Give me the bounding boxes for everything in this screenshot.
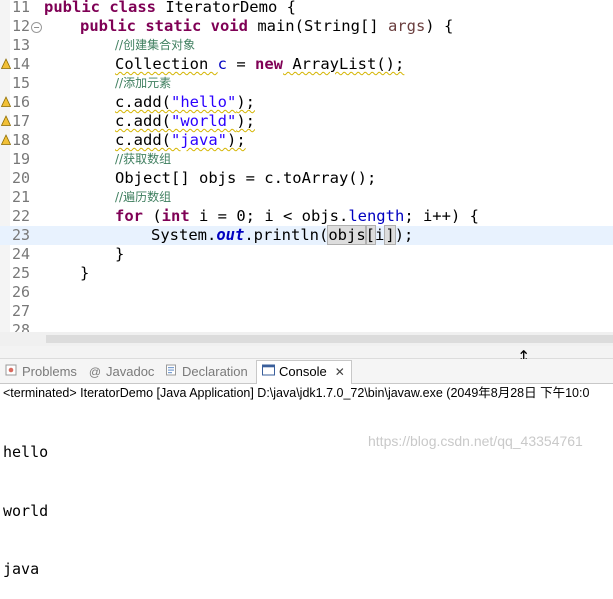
code-text[interactable]: c.add("world"); (115, 112, 255, 131)
code-line[interactable]: 15 //添加元素 (0, 74, 613, 93)
code-line[interactable]: 18 c.add("java"); (0, 131, 613, 150)
code-line[interactable]: 11 public class IteratorDemo { (0, 0, 613, 17)
code-text[interactable]: } (115, 245, 124, 264)
code-line[interactable]: 19 //获取数组 (0, 150, 613, 169)
tab-label: Problems (22, 364, 77, 379)
code-line[interactable]: 12 − public static void main(String[] ar… (0, 17, 613, 36)
line-number: 24 (12, 245, 31, 263)
code-comment[interactable]: //遍历数组 (115, 188, 171, 207)
console-icon (261, 361, 275, 383)
code-text[interactable]: public class IteratorDemo { (44, 0, 296, 17)
code-line[interactable]: 17 c.add("world"); (0, 112, 613, 131)
code-line[interactable]: 14 Collection c = new ArrayList(); (0, 55, 613, 74)
tab-label: Console (279, 364, 327, 379)
code-line[interactable]: 26 (0, 283, 613, 302)
line-number: 11 (12, 0, 31, 16)
line-number: 27 (12, 302, 31, 320)
line-number: 23 (12, 226, 31, 244)
line-number: 16 (12, 93, 31, 111)
warning-icon[interactable] (1, 134, 11, 146)
occurrence-highlight: objs (327, 225, 367, 245)
view-tab-bar: Problems @ Javadoc Declaration Console ✕ (0, 359, 613, 384)
code-line[interactable]: 24 } (0, 245, 613, 264)
code-text[interactable]: Object[] objs = c.toArray(); (115, 169, 376, 188)
line-number: 21 (12, 188, 31, 206)
warning-icon[interactable] (1, 96, 11, 108)
line-number: 19 (12, 150, 31, 168)
line-number: 13 (12, 36, 31, 54)
current-code-line[interactable]: 23 System.out.println(objs[i]); (0, 225, 613, 245)
scrollbar-thumb[interactable] (46, 335, 613, 343)
code-line[interactable]: 22 for (int i = 0; i < objs.length; i++)… (0, 207, 613, 226)
code-line[interactable]: 21 //遍历数组 (0, 188, 613, 207)
line-number: 12 (12, 17, 31, 35)
problems-icon (4, 361, 18, 383)
line-number: 26 (12, 283, 31, 301)
console-status-line: <terminated> IteratorDemo [Java Applicat… (0, 384, 613, 403)
code-line[interactable]: 25 } (0, 264, 613, 283)
tab-console[interactable]: Console ✕ (256, 360, 352, 384)
code-line[interactable]: 16 c.add("hello"); (0, 93, 613, 112)
bracket-match-left: [ (364, 225, 377, 245)
line-number: 20 (12, 169, 31, 187)
close-icon[interactable]: ✕ (335, 365, 345, 379)
warning-icon[interactable] (1, 115, 11, 127)
code-line[interactable]: 13 //创建集合对象 (0, 36, 613, 55)
bracket-match-right: ] (384, 225, 396, 245)
code-editor[interactable]: 11 public class IteratorDemo { 12 − publ… (0, 0, 613, 346)
console-output-line: java (3, 560, 40, 578)
horizontal-scrollbar[interactable] (0, 332, 613, 346)
declaration-icon (164, 361, 178, 383)
tab-label: Declaration (182, 364, 248, 379)
at-icon: @ (88, 365, 102, 379)
code-comment[interactable]: //创建集合对象 (115, 36, 195, 55)
code-text[interactable]: for (int i = 0; i < objs.length; i++) { (115, 207, 479, 226)
tab-javadoc[interactable]: @ Javadoc (88, 361, 155, 383)
watermark: https://blog.csdn.net/qq_43354761 (368, 433, 583, 449)
code-text[interactable]: Collection c = new ArrayList(); (115, 55, 404, 74)
console-output-line: world (3, 501, 49, 520)
code-text[interactable]: public static void main(String[] args) { (80, 17, 453, 36)
code-comment[interactable]: //获取数组 (115, 150, 171, 169)
line-number: 18 (12, 131, 31, 149)
tab-declaration[interactable]: Declaration (164, 361, 248, 383)
tab-problems[interactable]: Problems (4, 361, 77, 383)
line-number: 14 (12, 55, 31, 73)
line-number: 17 (12, 112, 31, 130)
code-text[interactable]: c.add("hello"); (115, 93, 255, 112)
code-text[interactable]: c.add("java"); (115, 131, 246, 150)
code-text[interactable]: System.out.println(objs[i]); (151, 225, 413, 245)
line-number: 25 (12, 264, 31, 282)
warning-icon[interactable] (1, 58, 11, 70)
tab-label: Javadoc (106, 364, 155, 379)
code-text[interactable]: } (80, 264, 89, 283)
line-number: 15 (12, 74, 31, 92)
code-line[interactable]: 20 Object[] objs = c.toArray(); (0, 169, 613, 188)
line-number: 22 (12, 207, 31, 225)
fold-collapse-icon[interactable]: − (31, 22, 42, 33)
code-line[interactable]: 27 (0, 302, 613, 321)
code-comment[interactable]: //添加元素 (115, 74, 171, 93)
